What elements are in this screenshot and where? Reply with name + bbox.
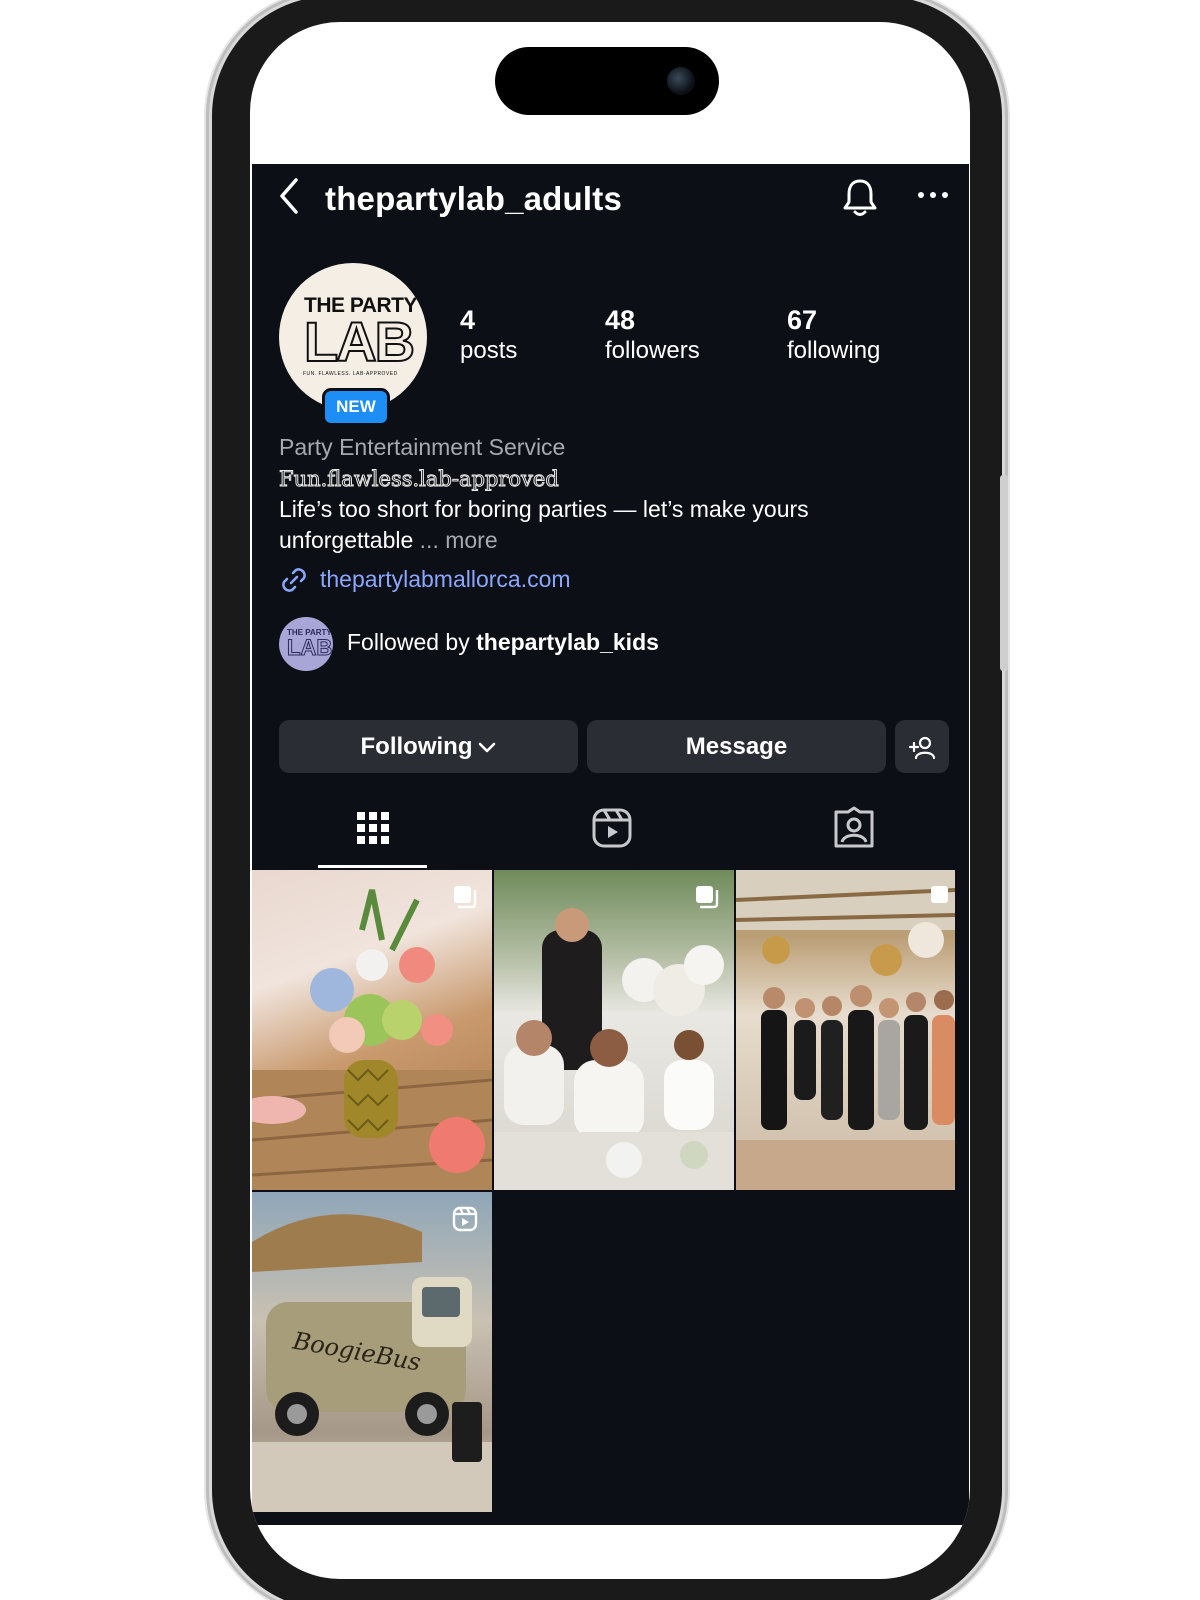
stat-label: posts <box>460 337 518 364</box>
post-image <box>494 908 734 1190</box>
back-icon[interactable] <box>274 176 304 216</box>
followed-by-user[interactable]: thepartylab_kids <box>476 629 659 655</box>
avatar-logo-line2: LAB <box>303 310 416 373</box>
link-icon <box>282 568 306 592</box>
phone-screen: thepartylab_adults THE PARTY LAB FUN. FL… <box>250 22 970 1579</box>
bio-description: Life’s too short for boring parties — le… <box>279 494 939 556</box>
new-badge: NEW <box>322 388 390 426</box>
stat-posts[interactable]: 4 posts <box>460 304 517 366</box>
reels-icon[interactable] <box>590 806 634 850</box>
profile-category: Party Entertainment Service <box>279 434 566 460</box>
stat-label: following <box>787 337 881 364</box>
bio-line2: unforgettable <box>279 527 414 553</box>
post-tile[interactable] <box>252 870 492 1190</box>
grid-icon[interactable] <box>351 806 395 850</box>
top-bar: thepartylab_adults <box>252 164 969 234</box>
profile-tabs <box>252 792 969 870</box>
stat-following[interactable]: 67 following <box>787 304 880 366</box>
bio-more-link[interactable]: ... more <box>420 527 498 553</box>
message-button[interactable]: Message <box>587 720 886 773</box>
profile-username: thepartylab_adults <box>325 180 623 217</box>
side-button <box>1000 475 1008 671</box>
stat-followers[interactable]: 48 followers <box>605 304 700 366</box>
stat-value: 48 <box>605 305 636 335</box>
website-url: thepartylabmallorca.com <box>320 566 571 592</box>
following-button[interactable]: Following <box>279 720 578 773</box>
carousel-icon <box>454 886 477 909</box>
dynamic-island <box>495 47 719 115</box>
instagram-profile: thepartylab_adults THE PARTY LAB FUN. FL… <box>252 164 969 1525</box>
follower-avatar-line2: LAB <box>286 635 333 661</box>
followed-by-text: Followed by thepartylab_kids <box>347 629 659 656</box>
carousel-icon <box>931 886 948 903</box>
post-image: BoogieBus <box>252 1214 492 1512</box>
tagged-icon[interactable] <box>832 806 876 850</box>
reel-icon <box>452 1206 478 1232</box>
post-image <box>252 889 492 1190</box>
bio-line1: Life’s too short for boring parties — le… <box>279 496 809 522</box>
bio-fancy-text: Fun.flawless.lab-approved <box>279 467 560 492</box>
camera-icon <box>667 67 695 95</box>
post-tile[interactable]: BoogieBus <box>252 1192 492 1512</box>
post-image <box>736 870 955 1190</box>
active-tab-indicator <box>318 865 427 868</box>
post-tile[interactable] <box>736 870 955 1190</box>
bell-icon[interactable] <box>840 176 880 218</box>
avatar-logo-tagline: FUN. FLAWLESS. LAB-APPROVED <box>303 371 398 377</box>
stat-value: 67 <box>787 305 818 335</box>
suggest-people-button[interactable] <box>895 720 949 773</box>
followed-by-prefix: Followed by <box>347 629 470 655</box>
message-label: Message <box>685 733 788 760</box>
follower-avatar: THE PARTY LAB <box>279 617 333 671</box>
more-options-icon[interactable] <box>916 188 950 202</box>
stat-label: followers <box>605 337 700 364</box>
post-tile[interactable] <box>494 870 734 1190</box>
add-person-icon <box>908 736 936 759</box>
carousel-icon <box>696 886 719 909</box>
chevron-down-icon <box>479 742 496 752</box>
stat-value: 4 <box>460 305 476 335</box>
following-label: Following <box>360 733 473 760</box>
